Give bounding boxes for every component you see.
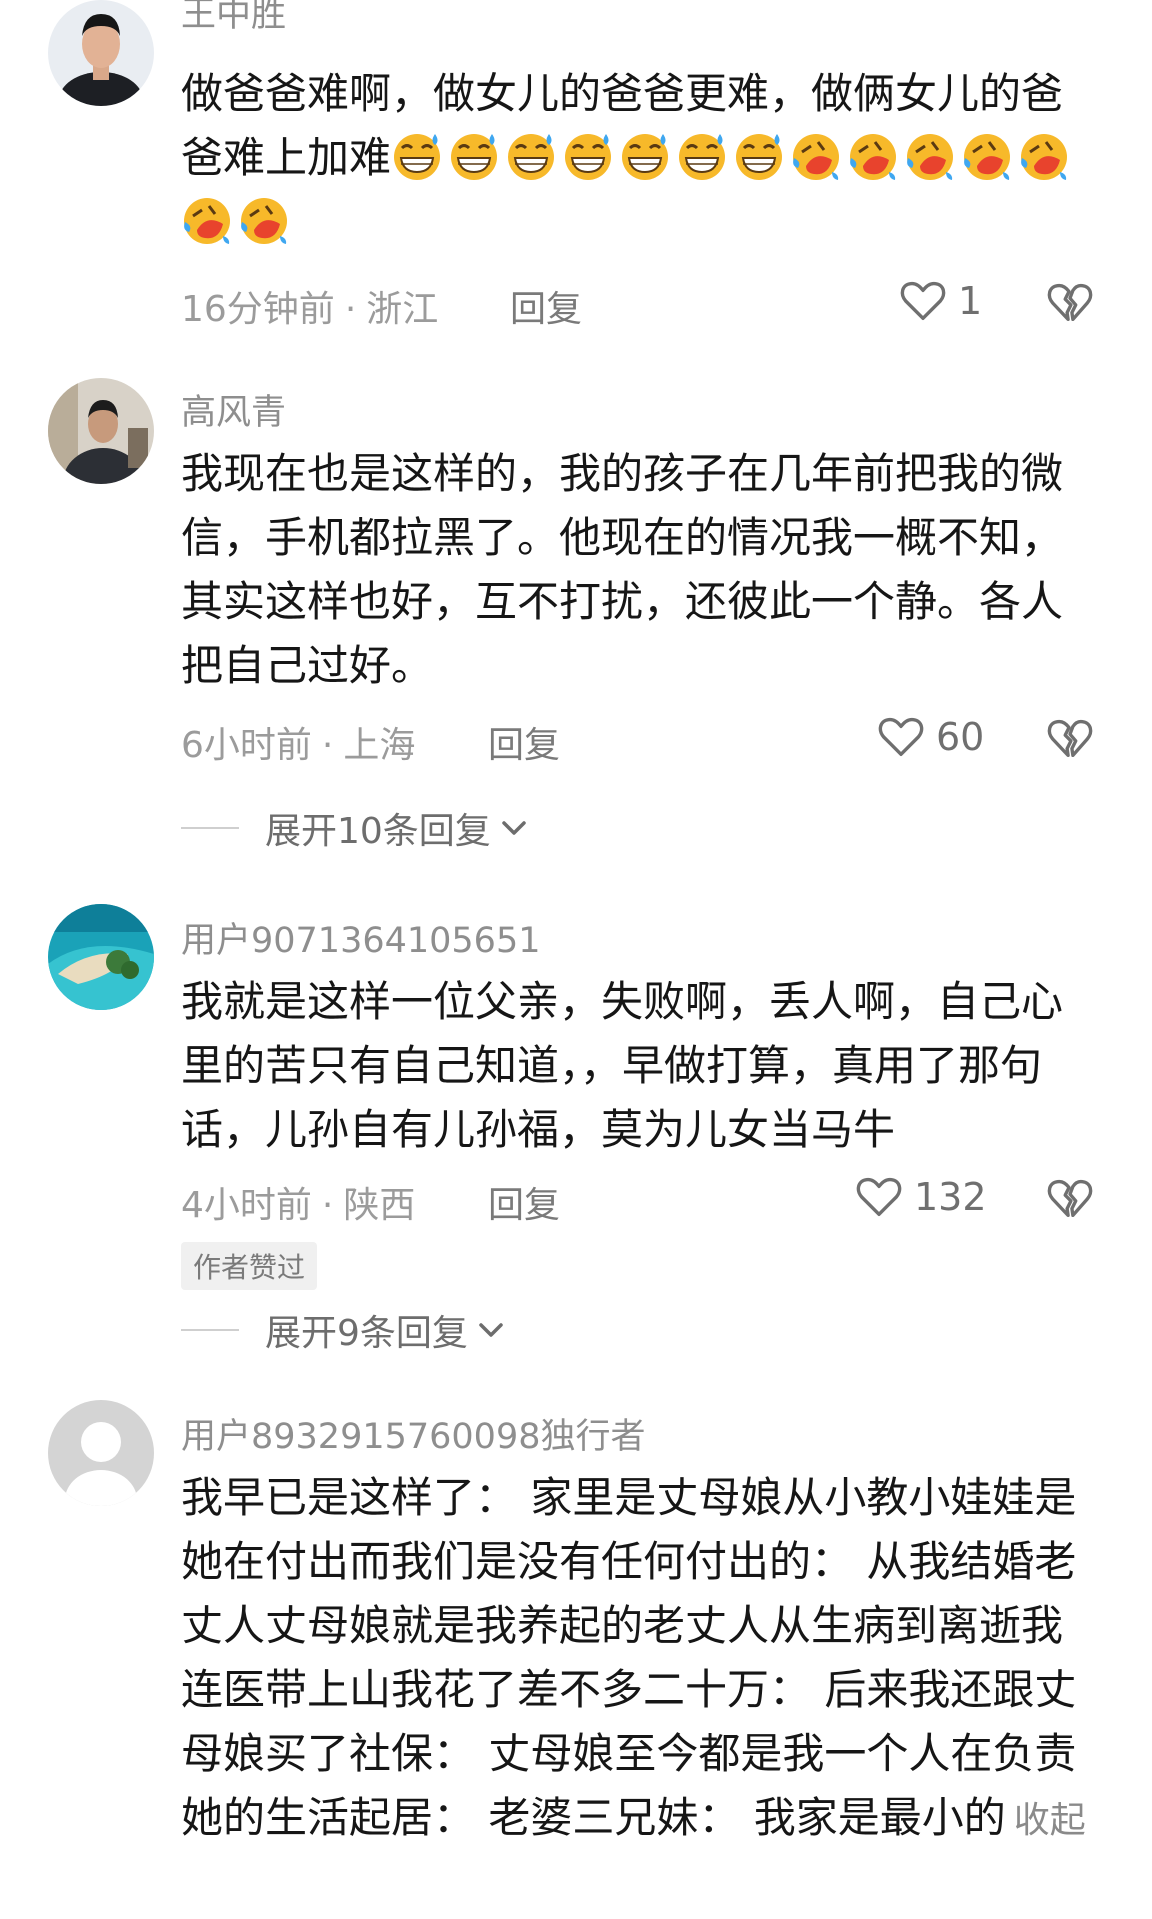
divider-line xyxy=(181,827,239,829)
grinning-sweat-emoji xyxy=(733,130,785,182)
avatar[interactable] xyxy=(48,1400,154,1506)
avatar[interactable] xyxy=(48,0,154,106)
expand-replies-button[interactable]: 展开9条回复 xyxy=(181,1304,506,1356)
comment-text: 我就是这样一位父亲，失败啊，丢人啊，自己心里的苦只有自己知道，，早做打算，真用了… xyxy=(181,977,1064,1154)
comment-time: 6小时前 xyxy=(181,725,312,766)
rolling-laughing-emoji xyxy=(847,130,899,182)
chevron-down-icon xyxy=(476,1315,506,1345)
rolling-laughing-emoji xyxy=(238,194,290,246)
divider-line xyxy=(181,1329,239,1331)
comment-username[interactable]: 用户8932915760098独行者 xyxy=(181,1408,646,1459)
comment-time: 16分钟前 xyxy=(181,289,335,330)
heart-outline-icon xyxy=(898,276,948,326)
heart-outline-icon xyxy=(854,1172,904,1222)
reply-button[interactable]: 回复 xyxy=(510,280,582,332)
broken-heart-icon[interactable] xyxy=(1045,714,1095,764)
like-count: 1 xyxy=(958,279,983,323)
rolling-laughing-emoji xyxy=(1018,130,1070,182)
like-count: 132 xyxy=(914,1175,987,1219)
author-liked-badge: 作者赞过 xyxy=(181,1242,318,1290)
like-count: 60 xyxy=(936,715,985,759)
comment-text-content: 我早已是这样了： 家里是丈母娘从小教小娃娃是她在付出而我们是没有任何付出的： 从… xyxy=(181,1473,1077,1842)
meta-separator: · xyxy=(321,725,334,766)
grinning-sweat-emoji xyxy=(676,130,728,182)
broken-heart-icon[interactable] xyxy=(1045,278,1095,328)
rolling-laughing-emoji xyxy=(904,130,956,182)
grinning-sweat-emoji xyxy=(505,130,557,182)
avatar[interactable] xyxy=(48,904,154,1010)
like-button[interactable]: 132 xyxy=(854,1172,987,1222)
expand-replies-label: 展开10条回复 xyxy=(265,811,491,852)
reply-button[interactable]: 回复 xyxy=(488,1176,560,1228)
comment-username[interactable]: 王中胜 xyxy=(181,0,286,37)
reply-button[interactable]: 回复 xyxy=(488,716,560,768)
grinning-sweat-emoji xyxy=(448,130,500,182)
expand-replies-button[interactable]: 展开10条回复 xyxy=(181,802,529,854)
broken-heart-icon[interactable] xyxy=(1045,1174,1095,1224)
grinning-sweat-emoji xyxy=(619,130,671,182)
like-button[interactable]: 1 xyxy=(898,276,982,326)
rolling-laughing-emoji xyxy=(961,130,1013,182)
meta-separator: · xyxy=(321,1185,334,1226)
heart-outline-icon xyxy=(876,712,926,762)
comment-username[interactable]: 用户9071364105651 xyxy=(181,912,541,963)
comment-meta: 6小时前 · 上海 xyxy=(181,716,415,768)
comment-meta: 16分钟前 · 浙江 xyxy=(181,280,438,332)
like-button[interactable]: 60 xyxy=(876,712,984,762)
rolling-laughing-emoji xyxy=(181,194,233,246)
comment-time: 4小时前 xyxy=(181,1185,312,1226)
comment-text: 做爸爸难啊，做女儿的爸爸更难，做俩女儿的爸爸难上加难 xyxy=(181,62,1101,254)
comment-text: 我早已是这样了： 家里是丈母娘从小教小娃娃是她在付出而我们是没有任何付出的： 从… xyxy=(181,1466,1101,1853)
comment-text: 我现在也是这样的，我的孩子在几年前把我的微信，手机都拉黑了。他现在的情况我一概不… xyxy=(181,449,1064,690)
rolling-laughing-emoji xyxy=(790,130,842,182)
collapse-button[interactable]: 收起 xyxy=(1014,1800,1086,1841)
comment-meta: 4小时前 · 陕西 xyxy=(181,1176,415,1228)
grinning-sweat-emoji xyxy=(391,130,443,182)
comment-location: 陕西 xyxy=(343,1185,416,1226)
comment-location: 上海 xyxy=(343,725,416,766)
avatar[interactable] xyxy=(48,378,154,484)
meta-separator: · xyxy=(344,289,357,330)
expand-replies-label: 展开9条回复 xyxy=(265,1313,468,1354)
comment-username[interactable]: 高风青 xyxy=(181,384,286,435)
chevron-down-icon xyxy=(499,813,529,843)
comment-location: 浙江 xyxy=(366,289,439,330)
grinning-sweat-emoji xyxy=(562,130,614,182)
